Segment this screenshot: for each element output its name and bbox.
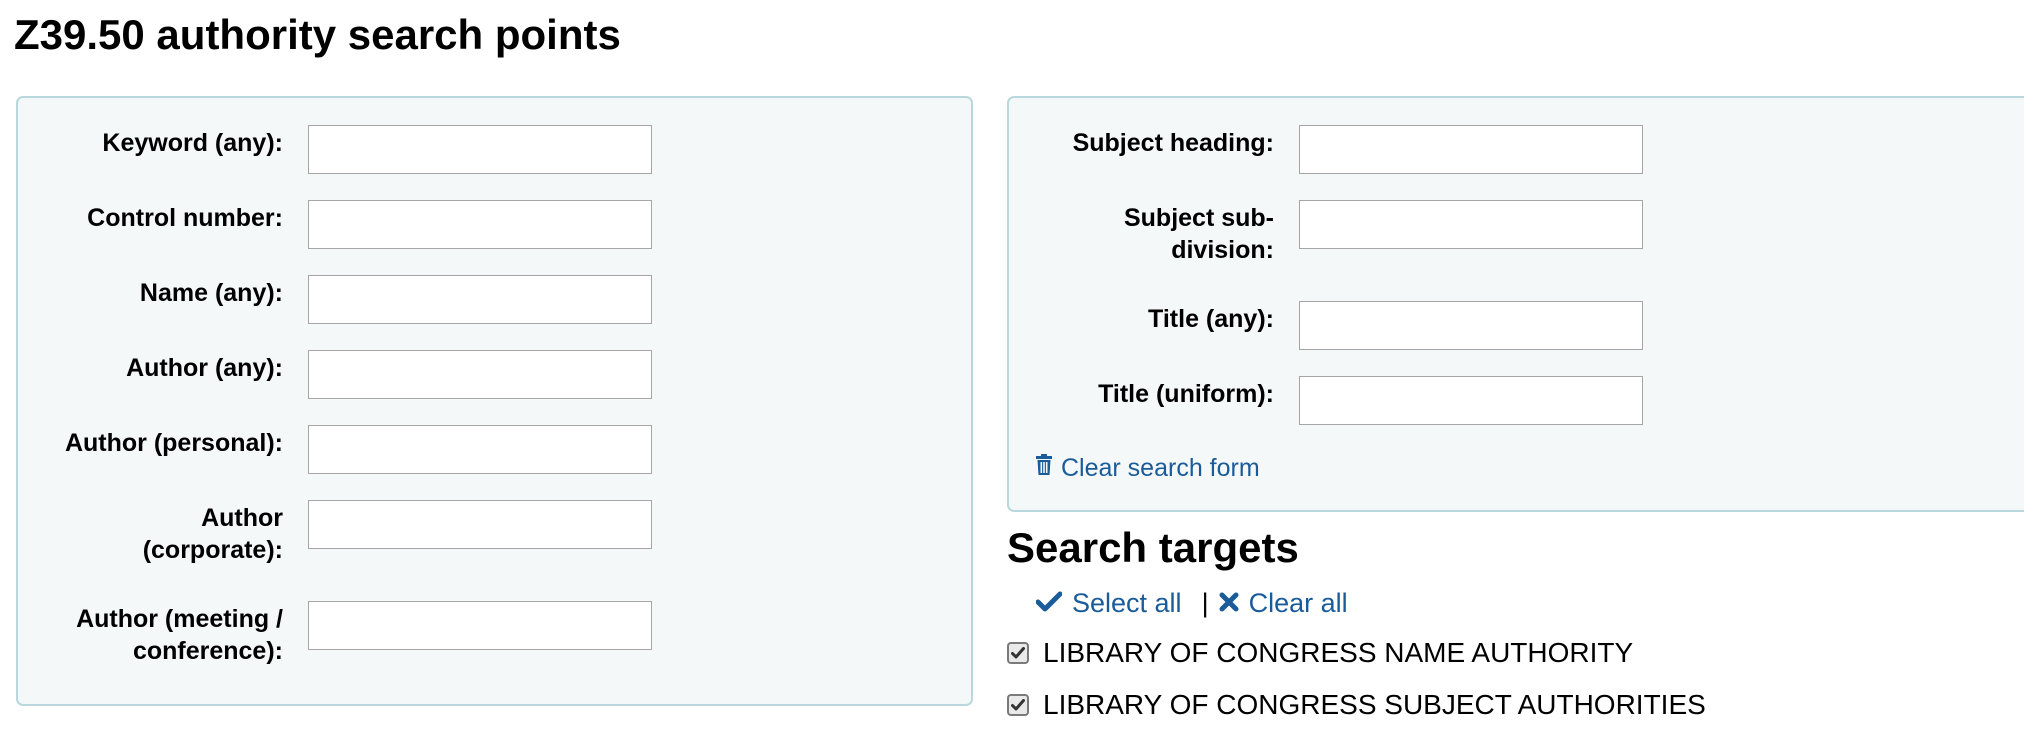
- author-personal-label: Author (personal):: [64, 429, 283, 457]
- field-keyword: Keyword (any):: [18, 125, 652, 174]
- subject-heading-input[interactable]: [1299, 125, 1643, 174]
- author-personal-input[interactable]: [308, 425, 652, 474]
- author-meeting-input[interactable]: [308, 601, 652, 650]
- author-meeting-label: Author (meeting / conference):: [76, 605, 283, 665]
- title-any-input[interactable]: [1299, 301, 1643, 350]
- title-uniform-input[interactable]: [1299, 376, 1643, 425]
- control-number-input[interactable]: [308, 200, 652, 249]
- author-corporate-input[interactable]: [308, 500, 652, 549]
- title-uniform-label: Title (uniform):: [1098, 380, 1274, 408]
- clear-all-link[interactable]: Clear all: [1219, 586, 1348, 620]
- field-subject-heading: Subject heading:: [1009, 125, 1643, 174]
- author-any-input[interactable]: [308, 350, 652, 399]
- page-title: Z39.50 authority search points: [14, 11, 621, 58]
- control-number-label: Control number:: [87, 204, 283, 232]
- name-any-input[interactable]: [308, 275, 652, 324]
- select-all-label: Select all: [1072, 588, 1182, 618]
- trash-icon: [1035, 452, 1061, 484]
- checkbox-checked-icon[interactable]: [1007, 694, 1029, 716]
- subject-subdivision-label: Subject sub-division:: [1123, 204, 1274, 264]
- field-title-any: Title (any):: [1009, 301, 1643, 350]
- field-author-personal: Author (personal):: [18, 425, 652, 474]
- clear-search-form-label: Clear search form: [1061, 454, 1260, 482]
- author-corporate-label: Author (corporate):: [142, 504, 283, 564]
- select-all-link[interactable]: Select all: [1035, 586, 1182, 620]
- clear-all-label: Clear all: [1248, 588, 1348, 618]
- clear-search-form-link[interactable]: Clear search form: [1035, 452, 1260, 484]
- author-any-label: Author (any):: [126, 354, 283, 382]
- search-points-right-panel: Subject heading: Subject sub-division: T…: [1007, 96, 2024, 512]
- times-icon: [1219, 586, 1249, 620]
- field-author-corporate: Author (corporate):: [18, 500, 652, 566]
- target-label: LIBRARY OF CONGRESS SUBJECT AUTHORITIES: [1043, 689, 1706, 720]
- field-name-any: Name (any):: [18, 275, 652, 324]
- title-any-label: Title (any):: [1148, 305, 1274, 333]
- select-links: Select all | Clear all: [1035, 586, 1348, 620]
- field-subject-subdivision: Subject sub-division:: [1009, 200, 1643, 266]
- field-title-uniform: Title (uniform):: [1009, 376, 1643, 425]
- field-author-any: Author (any):: [18, 350, 652, 399]
- keyword-input[interactable]: [308, 125, 652, 174]
- field-control-number: Control number:: [18, 200, 652, 249]
- subject-heading-label: Subject heading:: [1072, 129, 1274, 157]
- page: Z39.50 authority search points Keyword (…: [0, 0, 2024, 753]
- target-label: LIBRARY OF CONGRESS NAME AUTHORITY: [1043, 637, 1634, 668]
- name-any-label: Name (any):: [139, 279, 283, 307]
- target-item: LIBRARY OF CONGRESS NAME AUTHORITY: [1007, 636, 1633, 670]
- search-points-left-panel: Keyword (any): Control number: Name (any…: [16, 96, 973, 706]
- field-author-meeting: Author (meeting / conference):: [18, 601, 652, 667]
- link-separator: |: [1201, 588, 1209, 618]
- subject-subdivision-input[interactable]: [1299, 200, 1643, 249]
- check-icon: [1035, 586, 1072, 620]
- checkbox-checked-icon[interactable]: [1007, 642, 1029, 664]
- keyword-label: Keyword (any):: [102, 129, 283, 157]
- search-targets-title: Search targets: [1007, 524, 1299, 571]
- target-item: LIBRARY OF CONGRESS SUBJECT AUTHORITIES: [1007, 688, 1706, 722]
